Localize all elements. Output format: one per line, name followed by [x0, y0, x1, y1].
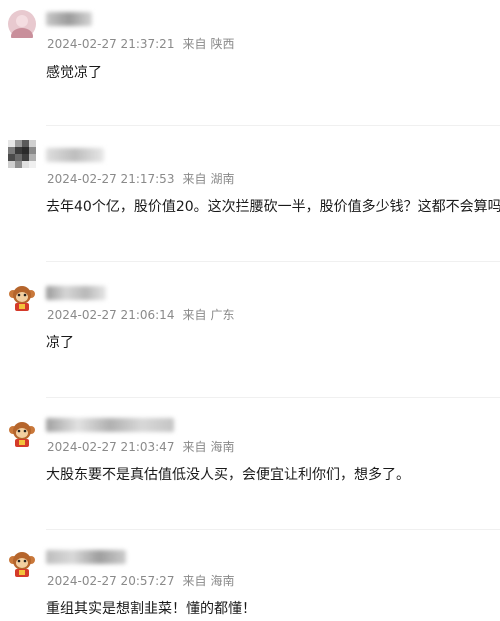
location-prefix: 来自 [182, 440, 207, 454]
location-prefix: 来自 [182, 172, 207, 186]
avatar[interactable] [8, 10, 36, 38]
comment-location: 广东 [210, 308, 235, 322]
comment-text: 凉了 [46, 335, 74, 351]
comment-timestamp: 2024-02-27 21:03:47 [47, 440, 175, 454]
comment-timestamp: 2024-02-27 21:17:53 [47, 172, 175, 186]
comment-item: 2024-02-27 21:37:21 来自 陕西 感觉凉了 [0, 0, 500, 126]
avatar[interactable] [8, 420, 36, 448]
comment-location: 海南 [210, 574, 235, 588]
comment-meta: 2024-02-27 20:57:27 来自 海南 [47, 572, 234, 589]
comment-item: 2024-02-27 21:06:14 来自 广东 凉了 [0, 262, 500, 398]
location-prefix: 来自 [182, 308, 207, 322]
pink-avatar-icon [8, 10, 36, 38]
pixelated-avatar-icon [8, 140, 38, 168]
location-prefix: 来自 [182, 37, 207, 51]
comment-timestamp: 2024-02-27 20:57:27 [47, 574, 175, 588]
comment-location: 陕西 [210, 37, 235, 51]
monkey-avatar-icon [9, 422, 35, 447]
username-redacted[interactable] [46, 148, 104, 162]
username-redacted[interactable] [46, 418, 174, 432]
comment-location: 湖南 [210, 172, 235, 186]
monkey-avatar-icon [9, 286, 35, 311]
comment-meta: 2024-02-27 21:03:47 来自 海南 [47, 438, 234, 455]
avatar[interactable] [8, 284, 36, 312]
comment-meta: 2024-02-27 21:06:14 来自 广东 [47, 306, 234, 323]
username-redacted[interactable] [46, 12, 92, 26]
comment-item: 2024-02-27 20:57:27 来自 海南 重组其实是想割韭菜！懂的都懂！ [0, 530, 500, 621]
monkey-avatar-icon [9, 552, 35, 577]
comment-meta: 2024-02-27 21:17:53 来自 湖南 [47, 170, 234, 187]
comment-timestamp: 2024-02-27 21:06:14 [47, 308, 175, 322]
location-prefix: 来自 [182, 574, 207, 588]
username-redacted[interactable] [46, 550, 126, 564]
comment-text: 重组其实是想割韭菜！懂的都懂！ [46, 601, 256, 617]
comment-meta: 2024-02-27 21:37:21 来自 陕西 [47, 35, 234, 52]
comment-text: 去年40个亿，股价值20。这次拦腰砍一半，股价值多少钱？这都不会算吗？ [46, 199, 500, 215]
comment-text: 大股东要不是真估值低没人买，会便宜让利你们，想多了。 [46, 467, 410, 483]
avatar[interactable] [8, 550, 36, 578]
comment-text: 感觉凉了 [46, 65, 102, 81]
comment-item: 2024-02-27 21:17:53 来自 湖南 去年40个亿，股价值20。这次拦… [0, 126, 500, 262]
comment-timestamp: 2024-02-27 21:37:21 [47, 37, 175, 51]
comment-location: 海南 [210, 440, 235, 454]
username-redacted[interactable] [46, 286, 106, 300]
comment-item: 2024-02-27 21:03:47 来自 海南 大股东要不是真估值低没人买，会便… [0, 398, 500, 530]
avatar[interactable] [8, 140, 38, 172]
